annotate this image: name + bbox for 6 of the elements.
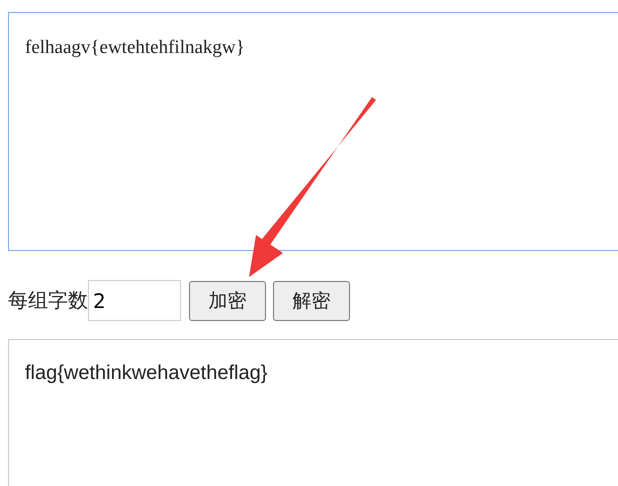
action-button[interactable]: 加密 bbox=[189, 280, 266, 320]
group-size-field[interactable]: 2 bbox=[88, 280, 181, 321]
group-size-label: 每组字数 bbox=[8, 287, 88, 314]
action-button[interactable]: 解密 bbox=[273, 280, 350, 320]
cipher-text-area[interactable]: felhaagv{ewtehtehfilnakgw} bbox=[8, 12, 618, 251]
plain-text-area[interactable]: flag{wethinkwehavetheflag} bbox=[8, 339, 618, 486]
